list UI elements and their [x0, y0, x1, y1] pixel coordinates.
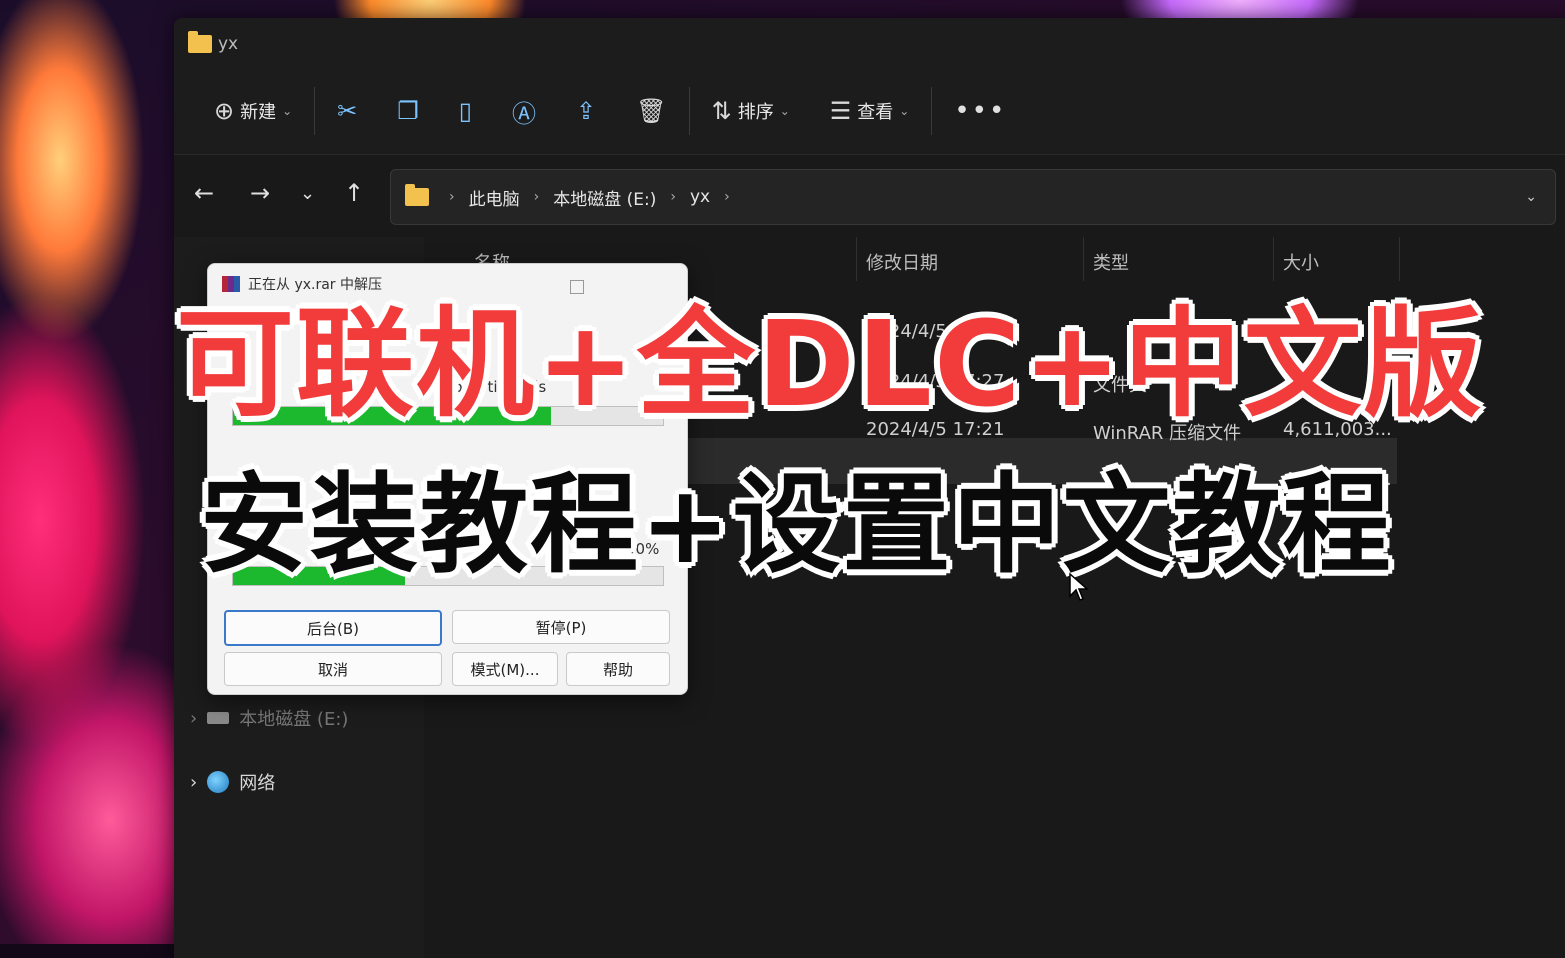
clipboard-icon: ▯	[458, 97, 473, 125]
cut-button[interactable]: ✂	[327, 89, 367, 133]
list-view-icon: ☰	[829, 97, 852, 125]
up-arrow-icon[interactable]: ↑	[344, 179, 364, 207]
chevron-down-icon: ⌄	[779, 104, 790, 118]
cancel-button[interactable]: 取消	[224, 652, 442, 686]
chevron-right-icon: ›	[670, 189, 676, 205]
title-bar: yx	[174, 18, 1565, 70]
forward-arrow-icon[interactable]: →	[250, 179, 270, 207]
help-button[interactable]: 帮助	[566, 652, 670, 686]
chevron-right-icon: ›	[190, 771, 198, 793]
copy-button[interactable]: ❐	[387, 89, 429, 133]
folder-icon	[188, 31, 212, 53]
plus-circle-icon: ⊕	[214, 97, 235, 125]
chevron-down-icon: ⌄	[899, 104, 910, 118]
address-bar[interactable]: › 此电脑 › 本地磁盘 (E:) › yx › ⌄	[390, 169, 1556, 225]
view-button[interactable]: ☰ 查看 ⌄	[820, 89, 920, 133]
overlay-title-line2: 安装教程+设置中文教程	[200, 463, 1393, 588]
toolbar-divider	[314, 87, 316, 135]
chevron-right-icon: ›	[449, 189, 455, 205]
drive-icon	[207, 712, 230, 724]
paste-button[interactable]: ▯	[449, 89, 482, 133]
back-arrow-icon[interactable]: ←	[194, 179, 214, 207]
folder-icon	[405, 184, 429, 206]
share-button[interactable]: ⇪	[566, 89, 606, 133]
chevron-right-icon: ›	[190, 707, 198, 729]
address-dropdown-icon[interactable]: ⌄	[1525, 189, 1537, 205]
new-button[interactable]: ⊕ 新建 ⌄	[204, 89, 302, 133]
chevron-down-icon: ⌄	[282, 104, 293, 118]
pause-button[interactable]: 暂停(P)	[452, 610, 670, 644]
sidebar-network-label: 网络	[239, 773, 276, 794]
sort-button[interactable]: ⇅ 排序 ⌄	[702, 89, 800, 133]
command-bar: ⊕ 新建 ⌄ ✂ ❐ ▯ Ⓐ ⇪ 🗑 ⇅ 排序 ⌄ ☰ 查看 ⌄ •••	[174, 78, 1565, 144]
mode-button[interactable]: 模式(M)...	[452, 652, 558, 686]
overlay-title-line1: 可联机+全DLC+中文版	[176, 295, 1484, 433]
chevron-right-icon: ›	[724, 189, 730, 205]
sort-arrows-icon: ⇅	[711, 97, 732, 125]
chevron-right-icon: ›	[533, 189, 540, 205]
network-icon	[207, 771, 230, 793]
sidebar-item-drive[interactable]: › 本地磁盘 (E:)	[190, 705, 348, 731]
new-label: 新建	[240, 102, 277, 123]
recent-chevron-icon[interactable]: ⌄	[300, 183, 315, 204]
sidebar-drive-label: 本地磁盘 (E:)	[239, 709, 349, 730]
more-options-button[interactable]: •••	[944, 89, 1016, 133]
sort-label: 排序	[737, 102, 774, 123]
rename-icon: Ⓐ	[512, 99, 537, 128]
breadcrumb-this-pc[interactable]: 此电脑	[469, 185, 520, 210]
delete-button[interactable]: 🗑	[626, 89, 676, 133]
trash-icon: 🗑	[636, 97, 667, 125]
breadcrumb-drive[interactable]: 本地磁盘 (E:)	[553, 185, 656, 210]
breadcrumb-folder[interactable]: yx	[690, 187, 710, 207]
rename-button[interactable]: Ⓐ	[502, 89, 546, 133]
copy-icon: ❐	[397, 97, 419, 125]
background-button[interactable]: 后台(B)	[224, 610, 442, 646]
more-dots-icon: •••	[954, 96, 1007, 126]
sidebar-item-network[interactable]: › 网络	[190, 769, 275, 795]
window-title: yx	[218, 34, 239, 54]
navigation-row: ← → ⌄ ↑ › 此电脑 › 本地磁盘 (E:) › yx › ⌄	[174, 154, 1565, 237]
share-icon: ⇪	[576, 97, 597, 125]
scissors-icon: ✂	[337, 97, 358, 125]
toolbar-divider	[688, 87, 690, 135]
toolbar-divider	[931, 87, 933, 135]
view-label: 查看	[857, 102, 894, 123]
